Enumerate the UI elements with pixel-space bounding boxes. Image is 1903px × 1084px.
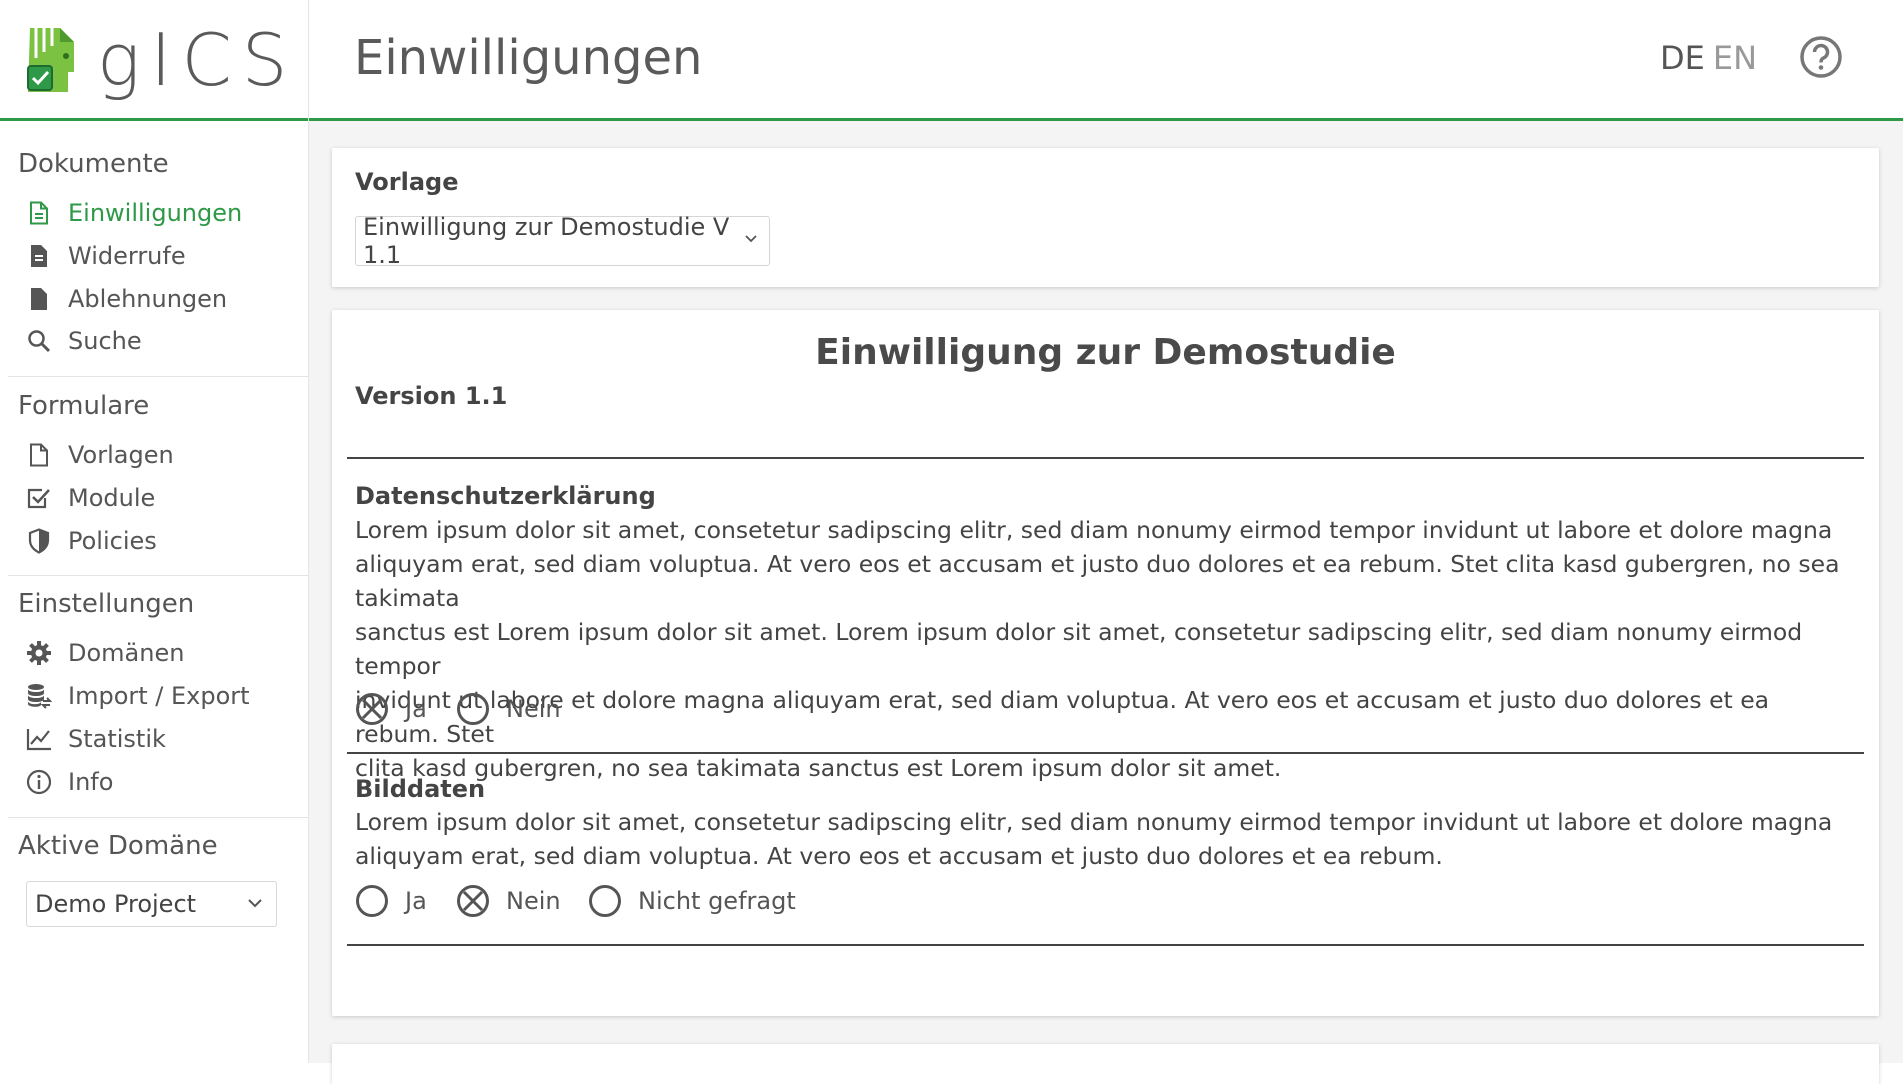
next-card bbox=[332, 1044, 1879, 1084]
option-ja[interactable]: Ja bbox=[355, 884, 427, 918]
shield-icon bbox=[26, 528, 52, 554]
consent-document-card: Einwilligung zur Demostudie Version 1.1 … bbox=[332, 310, 1879, 1016]
chevron-down-icon bbox=[248, 899, 262, 908]
sidebar-item-policies[interactable]: Policies bbox=[26, 521, 296, 561]
header: gICS Einwilligungen DE EN bbox=[0, 0, 1903, 121]
sidebar-item-label: Module bbox=[68, 484, 156, 512]
section-text: Lorem ipsum dolor sit amet, consetetur s… bbox=[355, 513, 1855, 785]
sidebar-item-label: Statistik bbox=[68, 725, 166, 753]
option-nein[interactable]: Nein bbox=[456, 692, 561, 726]
option-label: Nein bbox=[506, 887, 561, 915]
sidebar-item-label: Policies bbox=[68, 527, 157, 555]
sidebar-divider bbox=[8, 575, 308, 576]
section-title: Datenschutzerklärung bbox=[355, 482, 656, 510]
section-divider bbox=[347, 457, 1864, 459]
text-line: Lorem ipsum dolor sit amet, consetetur s… bbox=[355, 808, 1833, 836]
option-label: Ja bbox=[405, 695, 427, 723]
active-domain-select[interactable]: Demo Project bbox=[26, 881, 277, 927]
nav-heading-dokumente: Dokumente bbox=[18, 149, 169, 179]
main-content: Vorlage Einwilligung zur Demostudie V 1.… bbox=[309, 121, 1903, 1084]
radio-icon bbox=[589, 885, 621, 917]
gics-logo-icon bbox=[27, 28, 74, 92]
file-icon bbox=[26, 286, 52, 312]
sidebar-item-import-export[interactable]: Import / Export bbox=[26, 676, 296, 716]
sidebar-item-vorlagen[interactable]: Vorlagen bbox=[26, 435, 296, 475]
nav-heading-einstellungen: Einstellungen bbox=[18, 589, 195, 619]
sidebar-item-label: Info bbox=[68, 768, 114, 796]
option-label: Ja bbox=[405, 887, 427, 915]
template-select-value: Einwilligung zur Demostudie V 1.1 bbox=[363, 213, 730, 269]
lang-en[interactable]: EN bbox=[1713, 39, 1757, 77]
logo-area[interactable]: gICS bbox=[0, 0, 309, 121]
sidebar-item-statistik[interactable]: Statistik bbox=[26, 719, 296, 759]
template-label: Vorlage bbox=[355, 168, 459, 196]
page-title: Einwilligungen bbox=[354, 30, 703, 86]
option-label: Nein bbox=[506, 695, 561, 723]
sidebar-divider bbox=[8, 376, 308, 377]
section-title: Bilddaten bbox=[355, 775, 486, 803]
section-divider bbox=[347, 944, 1864, 946]
info-circle-icon bbox=[26, 769, 52, 795]
checked-radio-icon bbox=[457, 885, 489, 917]
template-card: Vorlage Einwilligung zur Demostudie V 1.… bbox=[332, 148, 1879, 287]
language-switch: DE EN bbox=[1660, 38, 1757, 78]
sidebar-item-label: Vorlagen bbox=[68, 441, 174, 469]
text-line: clita kasd gubergren, no sea takimata sa… bbox=[355, 754, 1282, 782]
text-line: invidunt ut labore et dolore magna aliqu… bbox=[355, 686, 1770, 748]
text-line: sanctus est Lorem ipsum dolor sit amet. … bbox=[355, 618, 1803, 680]
nav-heading-formulare: Formulare bbox=[18, 391, 150, 421]
app-name: gICS bbox=[97, 18, 298, 102]
sidebar-item-label: Ablehnungen bbox=[68, 285, 228, 313]
text-line: aliquyam erat, sed diam voluptua. At ver… bbox=[355, 842, 1443, 870]
option-label: Nicht gefragt bbox=[638, 887, 796, 915]
sidebar-item-info[interactable]: Info bbox=[26, 762, 296, 802]
sidebar-item-module[interactable]: Module bbox=[26, 478, 296, 518]
sidebar-item-einwilligungen[interactable]: Einwilligungen bbox=[26, 193, 296, 233]
sidebar-item-domaenen[interactable]: Domänen bbox=[26, 633, 296, 673]
sidebar: Dokumente Einwilligungen Widerrufe Ableh… bbox=[0, 121, 309, 1063]
sidebar-item-label: Domänen bbox=[68, 639, 185, 667]
lang-de[interactable]: DE bbox=[1660, 39, 1705, 77]
option-nicht-gefragt[interactable]: Nicht gefragt bbox=[588, 884, 796, 918]
chevron-down-icon bbox=[745, 235, 757, 243]
text-line: aliquyam erat, sed diam voluptua. At ver… bbox=[355, 550, 1840, 612]
chart-line-icon bbox=[26, 726, 52, 752]
radio-icon bbox=[457, 693, 489, 725]
gear-icon bbox=[26, 640, 52, 666]
database-icon bbox=[26, 683, 52, 709]
section-divider bbox=[347, 752, 1864, 754]
sidebar-divider bbox=[8, 817, 308, 818]
question-circle-icon[interactable] bbox=[1799, 35, 1843, 79]
option-nein[interactable]: Nein bbox=[456, 884, 561, 918]
nav-heading-aktive-domaene: Aktive Domäne bbox=[18, 831, 218, 861]
text-line: Lorem ipsum dolor sit amet, consetetur s… bbox=[355, 516, 1833, 544]
sidebar-item-label: Import / Export bbox=[68, 682, 250, 710]
option-ja[interactable]: Ja bbox=[355, 692, 427, 726]
section-text: Lorem ipsum dolor sit amet, consetetur s… bbox=[355, 805, 1855, 873]
active-domain-value: Demo Project bbox=[35, 890, 197, 918]
file-outline-icon bbox=[26, 442, 52, 468]
document-title: Einwilligung zur Demostudie bbox=[815, 332, 1396, 373]
file-text-icon bbox=[26, 200, 52, 226]
document-version: Version 1.1 bbox=[355, 382, 508, 410]
checked-radio-icon bbox=[356, 693, 388, 725]
sidebar-item-suche[interactable]: Suche bbox=[26, 321, 296, 361]
radio-icon bbox=[356, 885, 388, 917]
sidebar-item-label: Widerrufe bbox=[68, 242, 186, 270]
sidebar-item-ablehnungen[interactable]: Ablehnungen bbox=[26, 279, 296, 319]
sidebar-item-widerrufe[interactable]: Widerrufe bbox=[26, 236, 296, 276]
check-square-icon bbox=[26, 485, 52, 511]
file-lines-icon bbox=[26, 243, 52, 269]
sidebar-item-label: Suche bbox=[68, 327, 142, 355]
template-select[interactable]: Einwilligung zur Demostudie V 1.1 bbox=[355, 213, 770, 269]
sidebar-item-label: Einwilligungen bbox=[68, 199, 243, 227]
search-icon bbox=[26, 328, 52, 354]
